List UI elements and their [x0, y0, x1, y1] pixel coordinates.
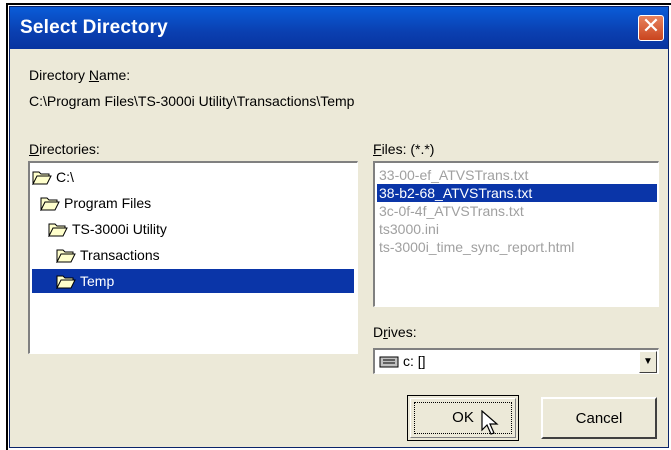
directory-item-label: Temp: [80, 273, 115, 289]
files-label-suffix: iles: (*.*): [381, 141, 435, 157]
cancel-button-label: Cancel: [575, 410, 623, 427]
directory-item-label: Program Files: [64, 195, 152, 211]
drive-icon: [379, 356, 399, 368]
directories-label-suffix: irectories:: [39, 141, 100, 157]
file-item[interactable]: 3c-0f-4f_ATVSTrans.txt: [377, 202, 524, 220]
open-folder-icon: [40, 197, 60, 211]
dialog-title: Select Directory: [20, 17, 168, 38]
drives-select[interactable]: c: [] ▼: [373, 348, 659, 374]
directory-name-label-prefix: Directory: [29, 67, 89, 83]
drives-dropdown-button[interactable]: ▼: [639, 351, 657, 373]
open-folder-icon: [32, 171, 52, 185]
select-directory-dialog: Select Directory ✕ Directory Name: C:\Pr…: [9, 6, 669, 448]
file-item[interactable]: ts-3000i_time_sync_report.html: [377, 238, 574, 256]
directory-item-label: TS-3000i Utility: [72, 221, 167, 237]
close-button[interactable]: ✕: [638, 14, 664, 41]
drives-selected-value: c: []: [403, 353, 426, 369]
drives-label-prefix: D: [373, 324, 384, 340]
chevron-down-icon: ▼: [643, 356, 653, 367]
directory-item-c[interactable]: C:\: [32, 165, 74, 189]
close-icon: ✕: [641, 14, 661, 39]
files-list[interactable]: 33-00-ef_ATVSTrans.txt 38-b2-68_ATVSTran…: [373, 161, 659, 307]
file-item[interactable]: 33-00-ef_ATVSTrans.txt: [377, 166, 528, 184]
file-item[interactable]: ts3000.ini: [377, 220, 439, 238]
open-folder-icon: [56, 275, 76, 289]
directory-name-label-suffix: ame:: [99, 67, 131, 83]
directory-item-program-files[interactable]: Program Files: [40, 191, 151, 215]
files-label-mnemonic: F: [373, 141, 382, 157]
cancel-button[interactable]: Cancel: [541, 397, 657, 439]
directory-item-label: C:\: [56, 169, 74, 185]
files-label: Files: (*.*): [373, 141, 434, 157]
open-folder-icon: [48, 223, 68, 237]
directory-item-ts3000i-utility[interactable]: TS-3000i Utility: [48, 217, 167, 241]
directory-name-label-mnemonic: N: [88, 67, 100, 83]
title-bar[interactable]: Select Directory ✕: [10, 7, 668, 49]
drives-label-suffix: ives:: [387, 324, 417, 340]
directory-item-transactions[interactable]: Transactions: [56, 243, 160, 267]
ok-button[interactable]: OK: [407, 395, 519, 441]
mouse-cursor-icon: [481, 410, 499, 435]
file-item-selected[interactable]: 38-b2-68_ATVSTrans.txt: [377, 184, 657, 202]
directories-label-mnemonic: D: [29, 141, 40, 157]
directories-label: Directories:: [29, 141, 100, 157]
directory-item-temp[interactable]: Temp: [32, 269, 354, 293]
directory-name-label: Directory Name:: [29, 67, 130, 83]
drives-label: Drives:: [373, 324, 417, 340]
directories-list[interactable]: C:\ Program Files TS-3000i Utility Trans…: [28, 161, 358, 354]
open-folder-icon: [56, 249, 76, 263]
directory-path: C:\Program Files\TS-3000i Utility\Transa…: [29, 93, 355, 109]
directory-item-label: Transactions: [80, 247, 160, 263]
